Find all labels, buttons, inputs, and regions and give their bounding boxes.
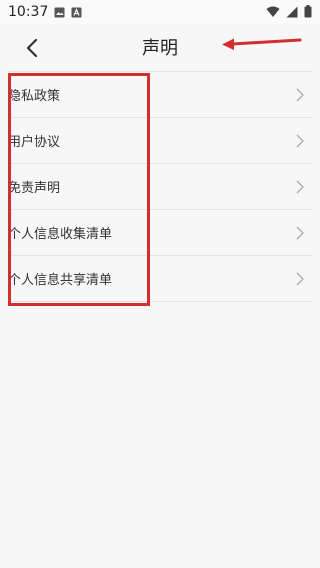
page-title: 声明 <box>142 38 178 59</box>
chevron-right-icon <box>296 88 304 101</box>
back-button[interactable] <box>18 34 46 62</box>
list-item-label: 个人信息共享清单 <box>8 273 113 288</box>
list-item-label: 用户协议 <box>8 135 61 150</box>
chevron-right-icon <box>296 226 304 239</box>
list-item-label: 个人信息收集清单 <box>8 227 113 242</box>
battery-icon <box>304 3 312 22</box>
status-time: 10:37 <box>8 4 49 20</box>
list-item-privacy-policy[interactable]: 隐私政策 <box>8 72 312 118</box>
chevron-left-icon <box>26 38 38 58</box>
chevron-right-icon <box>296 180 304 193</box>
list-item-label: 免责声明 <box>8 181 61 196</box>
settings-list: 隐私政策 用户协议 免责声明 个人信息收集清单 个人信息共享清单 <box>8 72 312 302</box>
list-item-label: 隐私政策 <box>8 89 61 104</box>
list-item-disclaimer[interactable]: 免责声明 <box>8 164 312 210</box>
chevron-right-icon <box>296 272 304 285</box>
chevron-right-icon <box>296 134 304 147</box>
list-item-user-agreement[interactable]: 用户协议 <box>8 118 312 164</box>
annotation-arrow-icon <box>222 38 302 50</box>
app-icon <box>71 3 82 22</box>
image-icon <box>54 3 65 22</box>
wifi-icon <box>266 3 280 22</box>
signal-icon <box>286 3 298 22</box>
list-item-info-sharing[interactable]: 个人信息共享清单 <box>8 256 312 302</box>
status-bar: 10:37 <box>0 0 320 24</box>
list-item-info-collection[interactable]: 个人信息收集清单 <box>8 210 312 256</box>
